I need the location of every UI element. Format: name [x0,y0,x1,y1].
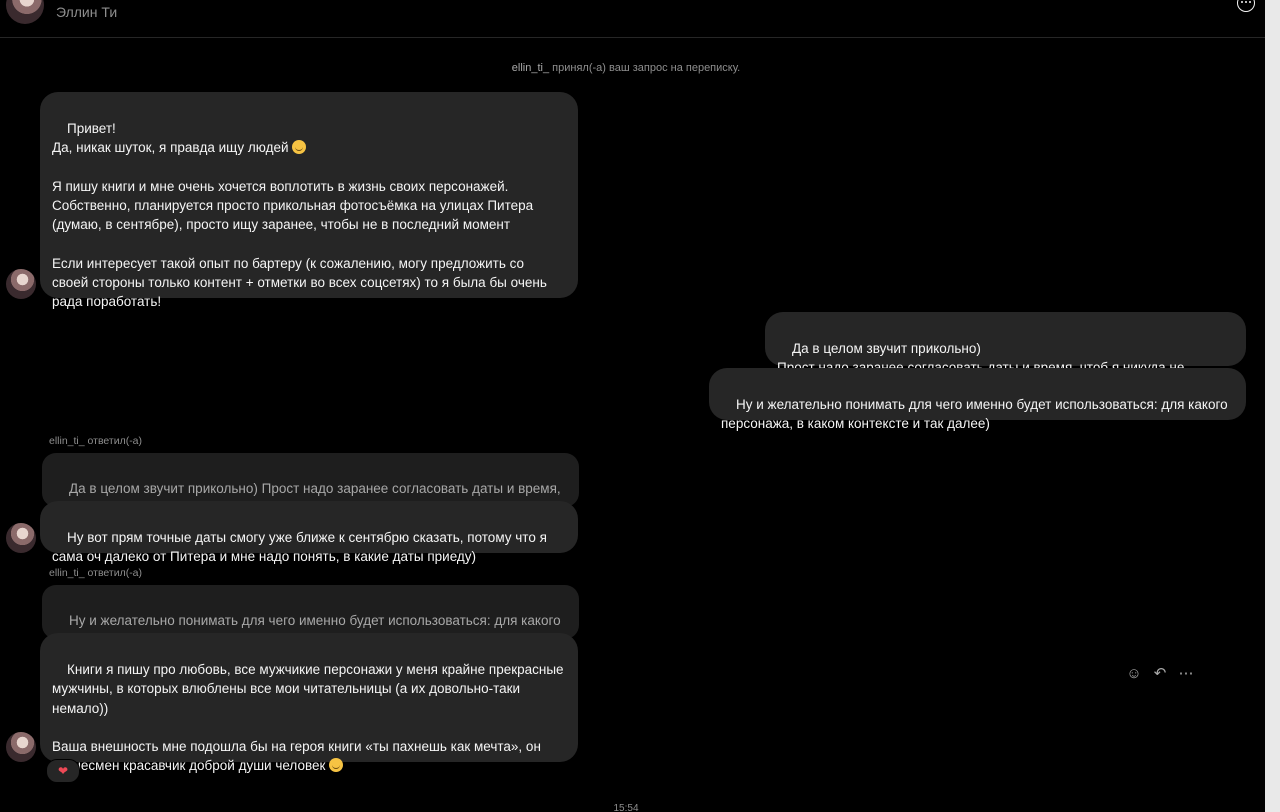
smiling-emoji-icon [329,758,344,773]
reply-label: ellin_ti_ ответил(-а) [49,567,143,579]
chat-page: Эллин Ти ellin_ti_ принял(-а) ваш запрос… [0,0,1280,812]
message-bubble-outgoing[interactable]: Ну и желательно понимать для чего именно… [709,368,1246,431]
heart-reaction-icon[interactable]: ❤ [46,759,80,783]
request-accepted-notice: ellin_ti_ принял(-а) ваш запрос на переп… [0,62,1252,74]
quoted-message[interactable]: Ну и желательно понимать для чего именно… [42,585,579,647]
reply-label: ellin_ti_ ответил(-а) [49,435,143,447]
reply-icon[interactable]: ↶ [1152,664,1168,682]
system-username[interactable]: ellin_ti_ [512,62,549,74]
sender-avatar[interactable] [6,523,36,553]
message-text-continued: Я пишу книги и мне очень хочется воплоти… [52,178,547,310]
sender-avatar[interactable] [6,269,36,299]
message-text: Ну и желательно понимать для чего именно… [721,397,1228,432]
message-text: Ну вот прям точные даты смогу уже ближе … [52,530,547,565]
message-bubble-outgoing[interactable]: Да в целом звучит прикольно) Прост надо … [765,312,1246,395]
smile-icon[interactable]: ☺ [1126,665,1142,682]
conversation-info-icon[interactable] [1237,0,1255,12]
message-bubble-incoming[interactable]: Книги я пишу про любовь, все мужчикие пе… [40,633,578,773]
message-bubble-incoming[interactable]: Ну вот прям точные даты смогу уже ближе … [40,501,578,564]
contact-name[interactable]: Эллин Ти [56,4,117,20]
more-icon[interactable]: ⋯ [1178,664,1194,682]
contact-avatar[interactable] [6,0,44,24]
message-text: Привет! Да, никак шуток, я правда ищу лю… [52,121,289,156]
quoted-message[interactable]: Да в целом звучит прикольно) Прост надо … [42,453,579,515]
message-bubble-incoming[interactable]: Привет! Да, никак шуток, я правда ищу лю… [40,92,578,309]
scrollbar[interactable] [1265,0,1280,812]
message-text: Книги я пишу про любовь, все мужчикие пе… [52,662,564,774]
message-actions: ☺ ↶ ⋯ [1126,663,1194,683]
chat-header: Эллин Ти [0,0,1265,38]
message-timestamp: 15:54 [613,803,639,812]
system-text: принял(-а) ваш запрос на переписку. [549,62,741,74]
grinning-emoji-icon [292,140,307,155]
sender-avatar[interactable] [6,732,36,762]
